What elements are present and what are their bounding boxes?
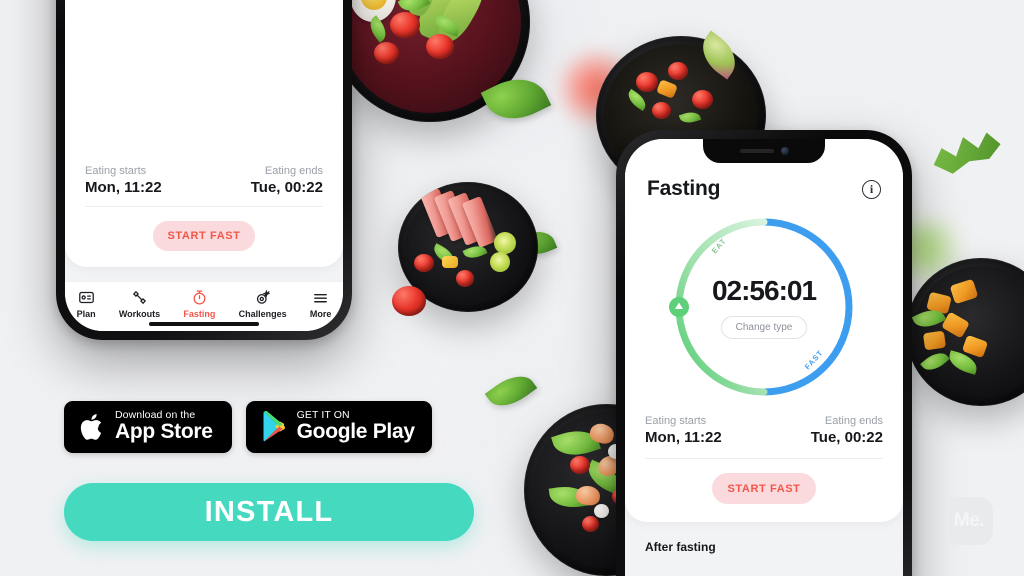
- tab-challenges[interactable]: Challenges: [239, 289, 287, 319]
- apple-logo-icon: [80, 413, 102, 440]
- phone-left: Eating starts Mon, 11:22 Eating ends Tue…: [56, 0, 352, 340]
- tab-more[interactable]: More: [309, 289, 332, 319]
- start-fast-button[interactable]: START FAST: [153, 221, 255, 251]
- eating-starts-label: Eating starts: [85, 165, 147, 177]
- install-button[interactable]: INSTALL: [64, 483, 474, 541]
- basil-leaf: [484, 366, 538, 416]
- page-title: Fasting: [647, 177, 721, 200]
- app-header: Fasting i: [625, 177, 903, 201]
- plan-icon: [78, 291, 94, 304]
- timer-icon: [193, 290, 206, 305]
- schedule-row: Eating starts Mon, 11:22 Eating ends Tue…: [65, 165, 343, 206]
- tab-label: More: [309, 309, 332, 319]
- tab-label: Plan: [76, 309, 96, 319]
- change-type-button[interactable]: Change type: [720, 316, 808, 339]
- timer-value: 02:56:01: [711, 275, 817, 306]
- divider: [85, 206, 323, 207]
- me-logo-watermark: Me.: [945, 497, 993, 545]
- eating-ends-value: Tue, 00:22: [250, 179, 323, 196]
- timer-center: 02:56:01 Change type: [625, 275, 903, 339]
- store-badges: Download on the App Store GET IT ON Goog…: [64, 401, 432, 453]
- eating-starts-label: Eating starts: [645, 415, 707, 427]
- target-icon: [257, 289, 271, 304]
- phone-right: Fasting i EAT FAST 02:56:01 Change type …: [616, 130, 912, 576]
- app-store-main: App Store: [115, 420, 213, 444]
- eating-starts-value: Mon, 11:22: [645, 429, 722, 446]
- eating-ends-label: Eating ends: [824, 415, 883, 427]
- app-store-badge[interactable]: Download on the App Store: [64, 401, 232, 453]
- google-play-badge[interactable]: GET IT ON Google Play: [245, 401, 432, 453]
- schedule-row: Eating starts Mon, 11:22 Eating ends Tue…: [625, 405, 903, 458]
- google-play-icon: [263, 411, 285, 442]
- tab-plan[interactable]: Plan: [77, 289, 96, 319]
- divider: [645, 458, 883, 459]
- tab-label: Workouts: [118, 309, 161, 319]
- home-indicator: [149, 322, 259, 326]
- menu-icon: [314, 293, 327, 303]
- phone-right-screen: Fasting i EAT FAST 02:56:01 Change type …: [625, 139, 903, 576]
- eating-ends-value: Tue, 00:22: [810, 429, 883, 446]
- phone-notch: [703, 139, 825, 163]
- fasting-timer-ring: EAT FAST 02:56:01 Change type: [625, 209, 903, 405]
- eating-starts-value: Mon, 11:22: [85, 179, 162, 196]
- tab-fasting[interactable]: Fasting: [183, 289, 215, 319]
- tab-label: Challenges: [238, 309, 287, 319]
- food-bowl-squash: [906, 258, 1024, 406]
- dumbbell-icon: [132, 290, 147, 305]
- after-fasting-section-right: After fasting: [625, 522, 903, 554]
- tomato-slice: [392, 286, 426, 316]
- google-play-main: Google Play: [296, 420, 415, 444]
- tab-workouts[interactable]: Workouts: [119, 289, 160, 319]
- speaker-grille: [739, 149, 774, 153]
- eating-ends-label: Eating ends: [264, 165, 323, 177]
- after-fasting-heading: After fasting: [645, 540, 716, 554]
- phone-left-screen: Eating starts Mon, 11:22 Eating ends Tue…: [65, 0, 343, 331]
- front-camera-icon: [780, 147, 789, 155]
- tab-label: Fasting: [183, 309, 216, 319]
- fasting-card-right: Fasting i EAT FAST 02:56:01 Change type …: [625, 139, 903, 522]
- arugula-leaf: [926, 120, 1007, 187]
- promo-stage: Eating starts Mon, 11:22 Eating ends Tue…: [0, 0, 1024, 576]
- info-circle-icon[interactable]: i: [862, 179, 881, 199]
- fasting-card-left: Eating starts Mon, 11:22 Eating ends Tue…: [65, 0, 343, 267]
- start-fast-button[interactable]: START FAST: [712, 473, 816, 504]
